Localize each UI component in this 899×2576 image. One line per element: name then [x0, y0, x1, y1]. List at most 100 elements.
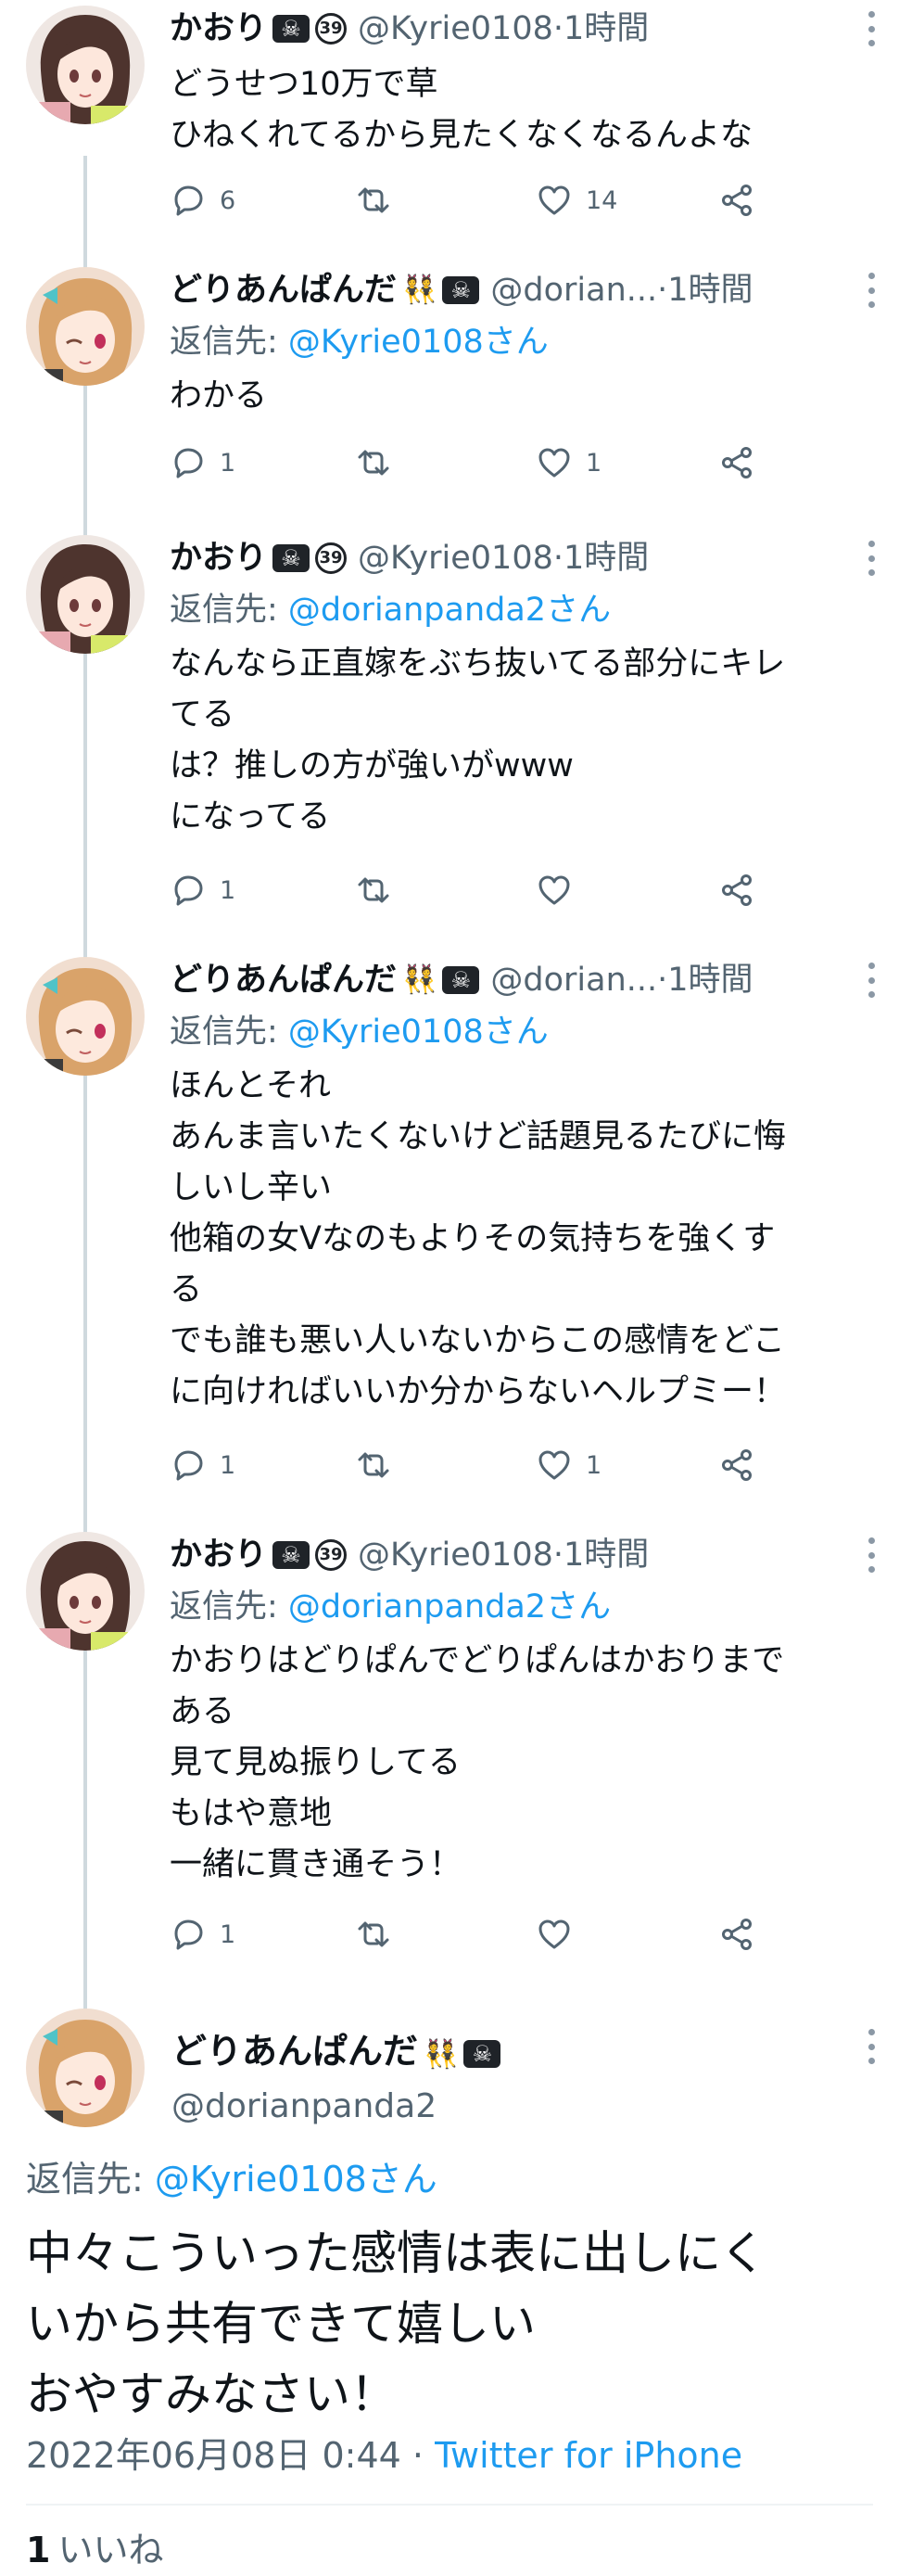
retweet-icon: [358, 1452, 389, 1478]
reply-button[interactable]: 1: [170, 1908, 235, 1960]
separator: ·: [552, 540, 563, 577]
more-icon[interactable]: [867, 963, 875, 998]
separator: ·: [400, 2435, 436, 2476]
tweet-date[interactable]: 2022年06月08日 0:44: [26, 2435, 401, 2476]
display-name[interactable]: かおり: [170, 1532, 267, 1578]
avatar[interactable]: [26, 267, 145, 386]
thread-tweet[interactable]: どりあんぱんだ 👯 ☠ @dorian... · 1時間 返信先: @Kyrie…: [0, 267, 899, 508]
more-icon[interactable]: [867, 11, 875, 46]
avatar[interactable]: [26, 6, 145, 124]
tweet-text: ほんとそれ あんま言いたくないけど話題見るたびに悔 しいし辛い 他箱の女Vなのも…: [170, 1061, 874, 1418]
reply-icon: [174, 448, 203, 478]
retweet-button[interactable]: [355, 437, 405, 489]
reply-button[interactable]: 1: [170, 864, 235, 916]
more-icon[interactable]: [867, 2029, 875, 2064]
timestamp[interactable]: 1時間: [563, 1532, 649, 1578]
more-icon[interactable]: [867, 541, 875, 576]
twins-icon: 👯: [402, 274, 437, 306]
tweet-text: わかる: [170, 371, 874, 422]
age-badge: 39: [315, 1539, 348, 1571]
reply-label: 返信先:: [26, 2159, 155, 2200]
more-icon[interactable]: [867, 1537, 875, 1573]
share-button[interactable]: [718, 174, 755, 226]
tweet-line: は？推しの方が強いがwww: [170, 747, 574, 784]
like-button[interactable]: 1: [536, 437, 601, 489]
like-button[interactable]: 14: [536, 174, 617, 226]
display-name[interactable]: かおり: [170, 6, 267, 52]
display-name[interactable]: どりあんぱんだ: [170, 267, 397, 313]
like-count: 1: [586, 448, 602, 478]
main-display-name[interactable]: どりあんぱんだ 👯 ☠: [171, 2023, 501, 2083]
reply-mention[interactable]: @Kyrie0108さん: [288, 324, 549, 361]
retweet-button[interactable]: [355, 174, 405, 226]
thread-tweet[interactable]: かおり ☠ 39 @Kyrie0108 · 1時間 返信先: @dorianpa…: [0, 535, 899, 925]
reply-mention[interactable]: @Kyrie0108さん: [155, 2159, 437, 2200]
reply-count: 1: [220, 1919, 236, 1949]
timestamp[interactable]: 1時間: [667, 267, 753, 313]
handle[interactable]: @Kyrie0108: [358, 1532, 553, 1578]
pirate-flag-icon: ☠: [272, 1541, 310, 1569]
timestamp[interactable]: 1時間: [667, 957, 753, 1003]
tweet-line: ひねくれてるから見たくなくなるんよな: [170, 117, 753, 154]
like-button[interactable]: [536, 1908, 586, 1960]
like-icon: [538, 875, 570, 905]
handle[interactable]: @dorian...: [490, 957, 657, 1003]
twins-icon: 👯: [402, 963, 437, 996]
tweet-header: どりあんぱんだ 👯 ☠ @dorian... · 1時間: [170, 957, 858, 1003]
display-name[interactable]: どりあんぱんだ: [170, 957, 397, 1003]
share-icon: [722, 1919, 752, 1950]
separator: ·: [552, 1537, 563, 1574]
pirate-flag-icon: ☠: [442, 276, 480, 304]
action-bar: 1: [170, 864, 781, 916]
like-icon: [538, 448, 570, 478]
reply-label: 返信先:: [170, 592, 288, 629]
like-button[interactable]: 1: [536, 1439, 601, 1491]
display-name[interactable]: どりあんぱんだ: [171, 2031, 418, 2072]
action-bar: 1 1: [170, 1439, 781, 1491]
twins-icon: 👯: [424, 2038, 459, 2071]
share-button[interactable]: [718, 437, 755, 489]
main-handle[interactable]: @dorianpanda2: [171, 2081, 437, 2133]
thread-tweet[interactable]: かおり ☠ 39 @Kyrie0108 · 1時間 返信先: @dorianpa…: [0, 1532, 899, 1958]
timestamp[interactable]: 1時間: [563, 6, 649, 52]
more-icon[interactable]: [867, 273, 875, 308]
pirate-flag-icon: ☠: [272, 544, 310, 572]
share-button[interactable]: [718, 1908, 755, 1960]
tweet-line: かおりはどりぱんでどりぱんはかおりまで: [170, 1642, 785, 1679]
age-badge: 39: [315, 13, 348, 45]
share-button[interactable]: [718, 864, 755, 916]
reply-icon: [174, 1450, 203, 1481]
avatar[interactable]: [26, 535, 145, 654]
reply-mention[interactable]: @Kyrie0108さん: [288, 1014, 549, 1051]
action-bar: 1: [170, 1908, 781, 1960]
handle[interactable]: @Kyrie0108: [358, 535, 553, 581]
like-icon: [538, 185, 570, 215]
retweet-icon: [358, 187, 389, 213]
handle[interactable]: @Kyrie0108: [358, 6, 553, 52]
thread-tweet[interactable]: どりあんぱんだ 👯 ☠ @dorian... · 1時間 返信先: @Kyrie…: [0, 957, 899, 1495]
avatar[interactable]: [26, 957, 145, 1076]
reply-button[interactable]: 1: [170, 1439, 235, 1491]
retweet-button[interactable]: [355, 864, 405, 916]
tweet-line: 一緒に貫き通そう！: [170, 1846, 462, 1883]
display-name[interactable]: かおり: [170, 535, 267, 581]
tweet-header: かおり ☠ 39 @Kyrie0108 · 1時間: [170, 535, 858, 581]
like-button[interactable]: [536, 864, 586, 916]
retweet-button[interactable]: [355, 1439, 405, 1491]
likes-summary[interactable]: 1 いいね: [26, 2524, 163, 2576]
retweet-button[interactable]: [355, 1908, 405, 1960]
tweet-line: わかる: [170, 377, 268, 414]
reply-mention[interactable]: @dorianpanda2さん: [288, 592, 611, 629]
reply-count: 1: [220, 448, 236, 478]
handle[interactable]: @dorian...: [490, 267, 657, 313]
avatar[interactable]: [26, 2009, 145, 2127]
tweet-source[interactable]: Twitter for iPhone: [435, 2435, 742, 2476]
reply-mention[interactable]: @dorianpanda2さん: [288, 1588, 611, 1626]
avatar[interactable]: [26, 1532, 145, 1651]
thread-tweet[interactable]: かおり ☠ 39 @Kyrie0108 · 1時間 どうせつ10万で草 ひねくれ…: [0, 6, 899, 237]
share-button[interactable]: [718, 1439, 755, 1491]
timestamp[interactable]: 1時間: [563, 535, 649, 581]
reply-button[interactable]: 1: [170, 437, 235, 489]
reply-button[interactable]: 6: [170, 174, 235, 226]
tweet-line: 見て見ぬ振りしてる: [170, 1744, 461, 1781]
